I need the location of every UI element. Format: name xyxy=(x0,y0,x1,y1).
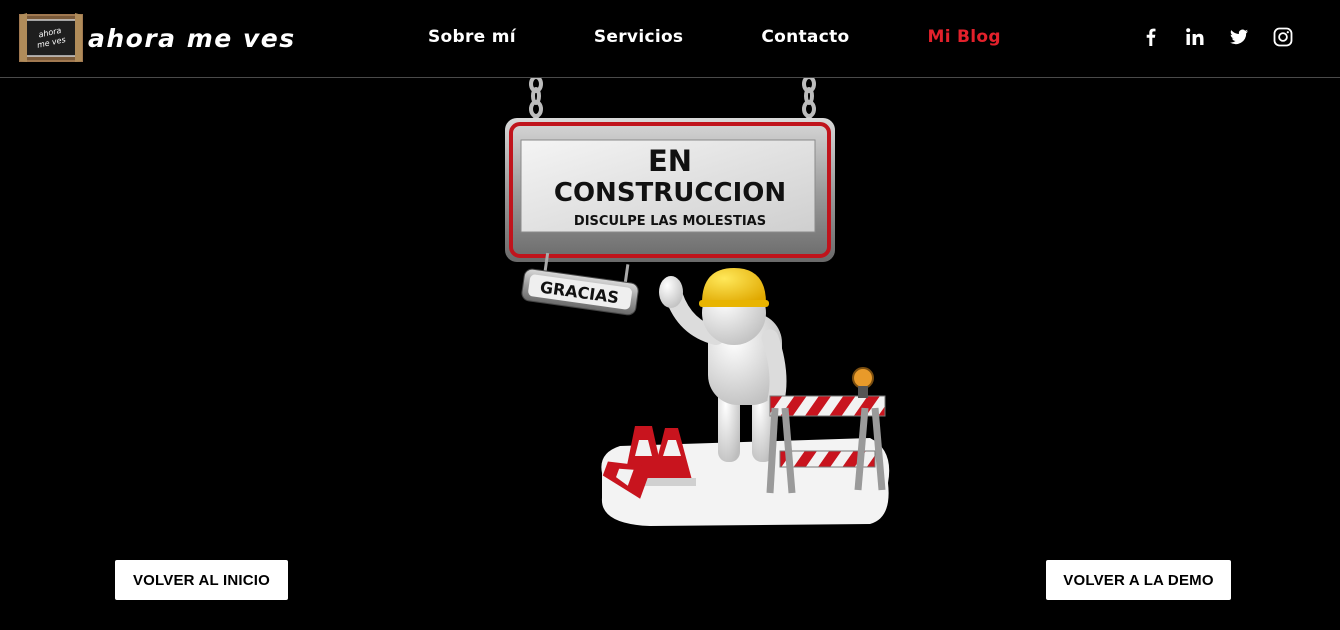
nav-link-sobre-mi[interactable]: Sobre mí xyxy=(428,27,516,47)
brand-name: ahora me ves xyxy=(88,23,296,53)
twitter-icon[interactable] xyxy=(1229,27,1249,47)
nav-link-contacto[interactable]: Contacto xyxy=(761,27,849,47)
facebook-icon[interactable] xyxy=(1141,27,1161,47)
under-construction-illustration: EN CONSTRUCCION DISCULPE LAS MOLESTIAS G… xyxy=(480,75,920,533)
nav-link-mi-blog[interactable]: Mi Blog xyxy=(927,27,1000,47)
sign-line-1: EN xyxy=(648,144,692,178)
site-logo[interactable]: ahora me ves ahora me ves xyxy=(18,13,296,63)
sign-line-3: DISCULPE LAS MOLESTIAS xyxy=(574,214,766,229)
site-header: ahora me ves ahora me ves Sobre mí Servi… xyxy=(0,0,1340,78)
construction-sign: EN CONSTRUCCION DISCULPE LAS MOLESTIAS xyxy=(505,118,835,262)
back-to-demo-button[interactable]: VOLVER A LA DEMO xyxy=(1046,560,1231,600)
window-logo-icon: ahora me ves xyxy=(18,13,84,63)
main-nav: Sobre mí Servicios Contacto Mi Blog xyxy=(428,27,1001,47)
instagram-icon[interactable] xyxy=(1273,27,1293,47)
warning-light xyxy=(852,367,874,389)
social-links xyxy=(1141,27,1293,47)
sign-line-2: CONSTRUCCION xyxy=(554,178,786,208)
linkedin-icon[interactable] xyxy=(1185,27,1205,47)
sign-chains xyxy=(529,75,816,118)
back-to-home-button[interactable]: VOLVER AL INICIO xyxy=(115,560,288,600)
nav-link-servicios[interactable]: Servicios xyxy=(594,27,683,47)
